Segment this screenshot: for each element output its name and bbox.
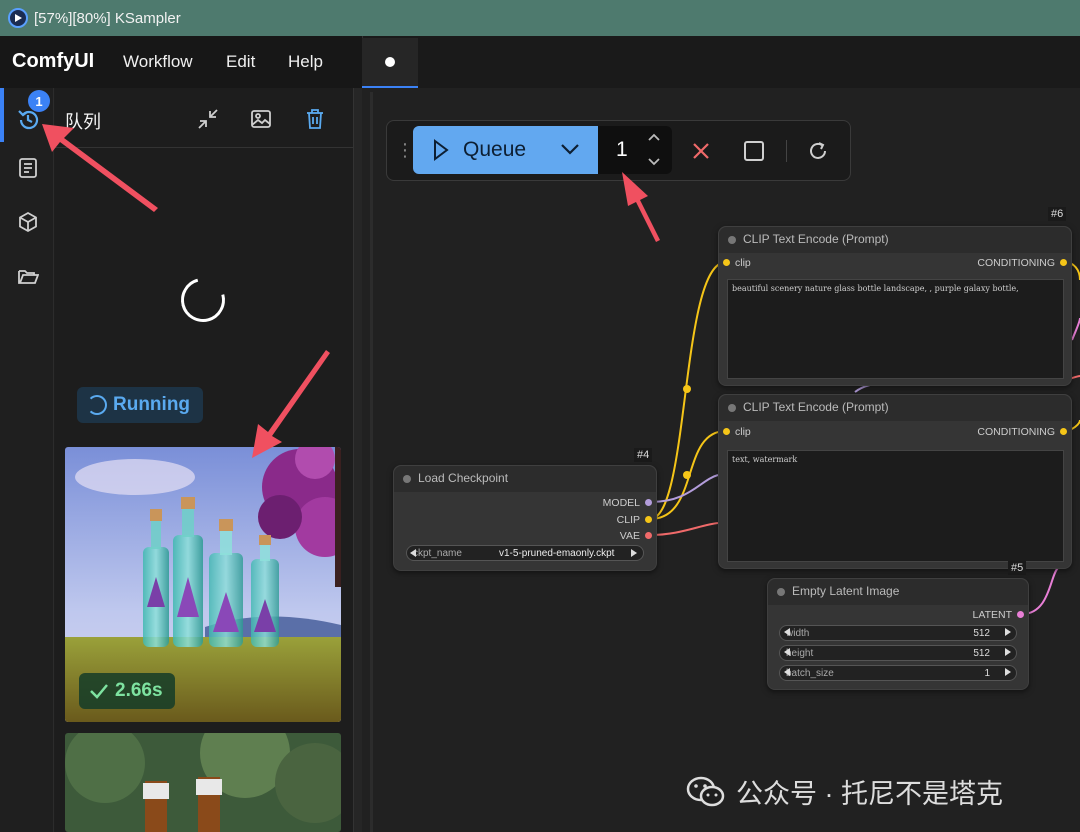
annotation-arrow-icon (252, 350, 330, 458)
annotation-arrow-icon (622, 172, 660, 242)
wechat-logo-icon (686, 776, 725, 806)
watermark-text: 公众号 · 托尼不是塔克 (736, 779, 1003, 809)
watermark: 公众号 · 托尼不是塔克 (686, 772, 1003, 811)
annotation-arrow-icon (42, 124, 158, 212)
annotation-arrows (42, 124, 660, 458)
